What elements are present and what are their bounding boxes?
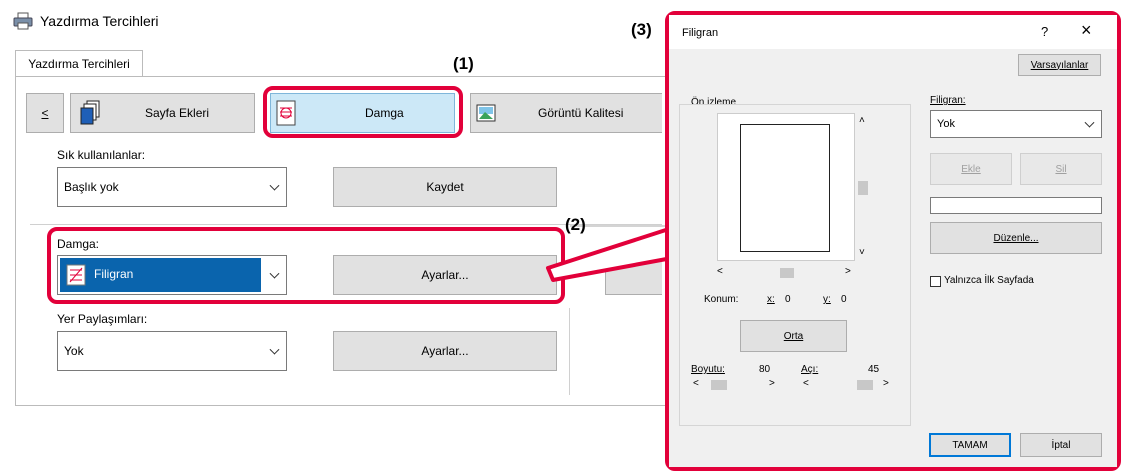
angle-scrollbar[interactable]: < > bbox=[801, 378, 893, 392]
add-button[interactable]: Ekle bbox=[930, 153, 1012, 185]
y-value: 0 bbox=[841, 294, 847, 305]
scroll-right-icon[interactable]: > bbox=[845, 266, 851, 277]
watermark-dropdown[interactable]: Yok bbox=[930, 110, 1102, 138]
edit-button[interactable]: Düzenle... bbox=[930, 222, 1102, 254]
horizontal-scrollbar[interactable]: < > bbox=[717, 266, 855, 280]
scroll-right-icon[interactable]: > bbox=[769, 378, 775, 389]
scroll-down-icon[interactable]: ˅ bbox=[859, 247, 865, 258]
watermark-dialog: Filigran ? × Varsayılanlar Ön izleme ˄ ˅… bbox=[669, 15, 1117, 467]
first-page-only-checkbox[interactable] bbox=[930, 276, 941, 287]
callout-2: (2) bbox=[565, 215, 586, 234]
ok-button[interactable]: TAMAM bbox=[929, 433, 1011, 457]
scroll-left-icon[interactable]: < bbox=[717, 266, 723, 277]
preview-page bbox=[740, 124, 830, 252]
x-label: x: bbox=[767, 294, 775, 305]
first-page-only-label: Yalnızca İlk Sayfada bbox=[944, 275, 1034, 286]
size-label: Boyutu: bbox=[691, 364, 725, 375]
angle-value: 45 bbox=[868, 364, 880, 375]
vertical-scroll-thumb[interactable] bbox=[858, 181, 868, 195]
help-icon[interactable]: ? bbox=[1041, 24, 1048, 39]
callout-3: (3) bbox=[631, 20, 652, 39]
preview-area bbox=[717, 113, 855, 261]
horizontal-scroll-thumb[interactable] bbox=[780, 268, 794, 278]
angle-scroll-thumb[interactable] bbox=[857, 380, 873, 390]
angle-label: Açı: bbox=[801, 364, 819, 375]
scroll-up-icon[interactable]: ˄ bbox=[859, 115, 865, 126]
dialog-title-bar: Filigran ? × bbox=[669, 15, 1117, 49]
delete-button[interactable]: Sil bbox=[1020, 153, 1102, 185]
position-label: Konum: bbox=[704, 294, 739, 305]
chevron-down-icon bbox=[1084, 117, 1095, 128]
center-button[interactable]: Orta bbox=[740, 320, 847, 352]
vertical-scrollbar[interactable]: ˄ ˅ bbox=[855, 113, 871, 261]
close-icon[interactable]: × bbox=[1081, 20, 1092, 41]
defaults-button[interactable]: Varsayılanlar bbox=[1018, 54, 1101, 76]
scroll-right-icon[interactable]: > bbox=[883, 378, 889, 389]
scroll-left-icon[interactable]: < bbox=[693, 378, 699, 389]
y-label: y: bbox=[823, 294, 831, 305]
dialog-title: Filigran bbox=[682, 27, 719, 39]
scroll-left-icon[interactable]: < bbox=[803, 378, 809, 389]
x-value: 0 bbox=[785, 294, 791, 305]
cancel-button[interactable]: İptal bbox=[1020, 433, 1102, 457]
callout-1: (1) bbox=[453, 54, 474, 73]
size-scroll-thumb[interactable] bbox=[711, 380, 727, 390]
watermark-label: Filigran: bbox=[930, 95, 966, 106]
watermark-text-field[interactable] bbox=[930, 197, 1102, 214]
size-scrollbar[interactable]: < > bbox=[691, 378, 779, 392]
size-value: 80 bbox=[759, 364, 771, 375]
